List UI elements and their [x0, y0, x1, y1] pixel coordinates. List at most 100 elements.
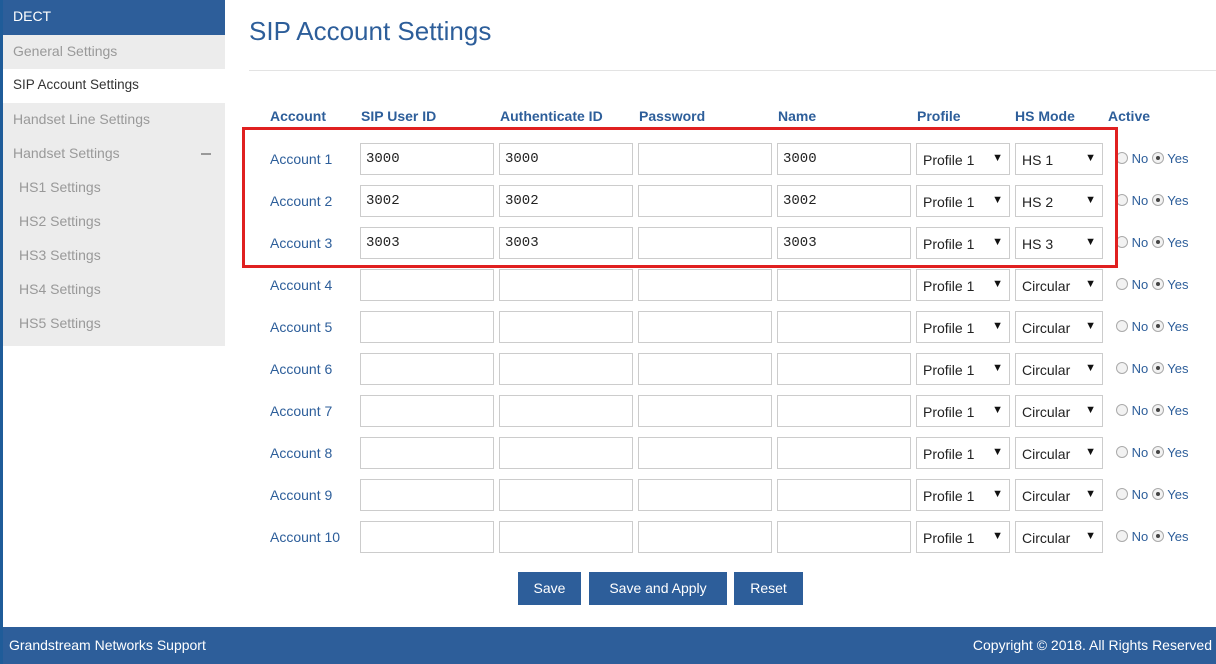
authenticate-id-input[interactable] [499, 521, 633, 553]
name-input[interactable] [777, 269, 911, 301]
password-input[interactable] [638, 311, 772, 343]
dropdown-arrow-icon: ▼ [992, 320, 1003, 332]
profile-select[interactable]: Profile 1 ▼ [916, 479, 1010, 511]
password-input[interactable] [638, 143, 772, 175]
sidebar-item-handset-line-settings[interactable]: Handset Line Settings [3, 103, 225, 137]
radio-no[interactable] [1116, 152, 1128, 164]
password-input[interactable] [638, 353, 772, 385]
radio-no[interactable] [1116, 278, 1128, 290]
name-input[interactable] [777, 395, 911, 427]
dropdown-arrow-icon: ▼ [1085, 404, 1096, 416]
hs-mode-select[interactable]: Circular ▼ [1015, 353, 1103, 385]
password-input[interactable] [638, 227, 772, 259]
profile-select[interactable]: Profile 1 ▼ [916, 185, 1010, 217]
account-label: Account 9 [270, 487, 333, 503]
name-input[interactable] [777, 143, 911, 175]
password-input[interactable] [638, 185, 772, 217]
radio-yes[interactable] [1151, 194, 1164, 206]
authenticate-id-input[interactable] [499, 227, 633, 259]
authenticate-id-input[interactable] [499, 479, 633, 511]
sip-user-id-input[interactable] [360, 353, 494, 385]
save-button[interactable]: Save [518, 572, 581, 605]
radio-no[interactable] [1116, 194, 1128, 206]
name-input[interactable] [777, 521, 911, 553]
password-input[interactable] [638, 437, 772, 469]
radio-yes[interactable] [1151, 152, 1164, 164]
authenticate-id-input[interactable] [499, 269, 633, 301]
account-label: Account 8 [270, 445, 333, 461]
radio-no[interactable] [1116, 362, 1128, 374]
dropdown-arrow-icon: ▼ [1085, 446, 1096, 458]
hs-mode-select[interactable]: Circular ▼ [1015, 521, 1103, 553]
profile-select[interactable]: Profile 1 ▼ [916, 437, 1010, 469]
hs-mode-select[interactable]: HS 3 ▼ [1015, 227, 1103, 259]
radio-no[interactable] [1116, 236, 1128, 248]
name-input[interactable] [777, 227, 911, 259]
radio-no[interactable] [1116, 404, 1128, 416]
radio-no[interactable] [1116, 530, 1128, 542]
sip-user-id-input[interactable] [360, 143, 494, 175]
name-input[interactable] [777, 437, 911, 469]
radio-yes[interactable] [1151, 236, 1164, 248]
password-input[interactable] [638, 479, 772, 511]
profile-select[interactable]: Profile 1 ▼ [916, 311, 1010, 343]
sip-user-id-input[interactable] [360, 311, 494, 343]
active-radio-group: No Yes [1116, 151, 1188, 166]
dropdown-arrow-icon: ▼ [1085, 194, 1096, 206]
sidebar-item-sip-account-settings[interactable]: SIP Account Settings [3, 69, 225, 103]
radio-yes[interactable] [1151, 362, 1164, 374]
radio-yes[interactable] [1151, 488, 1164, 500]
radio-no[interactable] [1116, 488, 1128, 500]
hs-mode-select[interactable]: HS 1 ▼ [1015, 143, 1103, 175]
column-header-sip-user-id: SIP User ID [361, 108, 437, 124]
sip-user-id-input[interactable] [360, 395, 494, 427]
hs-mode-select[interactable]: Circular ▼ [1015, 437, 1103, 469]
sip-user-id-input[interactable] [360, 479, 494, 511]
profile-select[interactable]: Profile 1 ▼ [916, 227, 1010, 259]
sip-user-id-input[interactable] [360, 521, 494, 553]
profile-select[interactable]: Profile 1 ▼ [916, 395, 1010, 427]
hs-mode-select[interactable]: Circular ▼ [1015, 269, 1103, 301]
column-header-profile: Profile [917, 108, 961, 124]
profile-select[interactable]: Profile 1 ▼ [916, 521, 1010, 553]
authenticate-id-input[interactable] [499, 311, 633, 343]
name-input[interactable] [777, 353, 911, 385]
footer-support-link[interactable]: Grandstream Networks Support [9, 637, 206, 653]
sip-user-id-input[interactable] [360, 227, 494, 259]
hs-mode-select[interactable]: HS 2 ▼ [1015, 185, 1103, 217]
hs-mode-select[interactable]: Circular ▼ [1015, 311, 1103, 343]
column-header-password: Password [639, 108, 706, 124]
radio-yes[interactable] [1151, 278, 1164, 290]
radio-no[interactable] [1116, 320, 1128, 332]
radio-yes[interactable] [1151, 530, 1164, 542]
authenticate-id-input[interactable] [499, 437, 633, 469]
hs-mode-select[interactable]: Circular ▼ [1015, 395, 1103, 427]
sip-user-id-input[interactable] [360, 437, 494, 469]
sip-user-id-input[interactable] [360, 185, 494, 217]
hs-mode-select[interactable]: Circular ▼ [1015, 479, 1103, 511]
authenticate-id-input[interactable] [499, 395, 633, 427]
authenticate-id-input[interactable] [499, 185, 633, 217]
sidebar-item-general-settings[interactable]: General Settings [3, 35, 225, 69]
profile-select[interactable]: Profile 1 ▼ [916, 143, 1010, 175]
account-label: Account 4 [270, 277, 333, 293]
profile-select[interactable]: Profile 1 ▼ [916, 353, 1010, 385]
radio-yes[interactable] [1151, 404, 1164, 416]
name-input[interactable] [777, 311, 911, 343]
dropdown-arrow-icon: ▼ [992, 194, 1003, 206]
authenticate-id-input[interactable] [499, 353, 633, 385]
radio-no[interactable] [1116, 446, 1128, 458]
radio-yes[interactable] [1151, 320, 1164, 332]
password-input[interactable] [638, 395, 772, 427]
password-input[interactable] [638, 521, 772, 553]
profile-select[interactable]: Profile 1 ▼ [916, 269, 1010, 301]
name-input[interactable] [777, 479, 911, 511]
sip-user-id-input[interactable] [360, 269, 494, 301]
save-and-apply-button[interactable]: Save and Apply [589, 572, 727, 605]
authenticate-id-input[interactable] [499, 143, 633, 175]
name-input[interactable] [777, 185, 911, 217]
footer-copyright: Copyright © 2018. All Rights Reserved [972, 637, 1212, 653]
password-input[interactable] [638, 269, 772, 301]
radio-yes[interactable] [1151, 446, 1164, 458]
reset-button[interactable]: Reset [734, 572, 803, 605]
